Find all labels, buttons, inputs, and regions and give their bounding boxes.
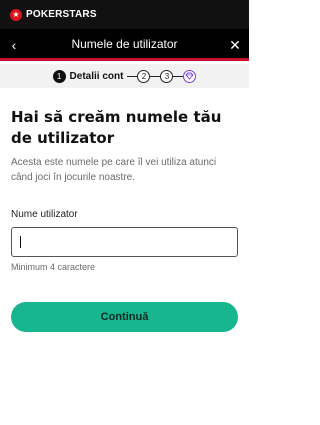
close-icon: ✕ (229, 36, 241, 53)
step-3-indicator: 3 (160, 69, 174, 83)
step-connector (127, 75, 138, 77)
progress-stepper: 1 Detalii cont 2 3 (0, 64, 249, 88)
chevron-left-icon: ‹ (11, 37, 17, 53)
step-final-indicator (183, 69, 197, 83)
header-nav: ‹ Numele de utilizator ✕ (0, 29, 249, 61)
diamond-icon (185, 72, 195, 80)
form-intro: Hai să creăm numele tău de utilizator Ac… (11, 107, 238, 185)
star-icon: ★ (10, 8, 22, 21)
step-1-indicator: 1 (52, 69, 66, 83)
pokerstars-logo: ★ POKERSTARS (10, 8, 97, 21)
close-button[interactable]: ✕ (221, 29, 249, 61)
back-button[interactable]: ‹ (0, 29, 28, 61)
username-input[interactable] (11, 227, 238, 257)
username-hint: Minimum 4 caractere (11, 262, 96, 272)
step-connector (173, 75, 184, 77)
text-caret (20, 236, 21, 248)
username-label: Nume utilizator (11, 209, 78, 220)
page-title: Numele de utilizator (71, 36, 178, 51)
form-description: Acesta este numele pe care îl vei utiliz… (11, 157, 217, 183)
top-brand-bar: ★ POKERSTARS (0, 0, 249, 29)
form-heading: Hai să creăm numele tău de utilizator (11, 108, 222, 147)
step-connector (150, 75, 161, 77)
continue-button[interactable]: Continuă (11, 302, 238, 332)
step-1-label: Detalii cont (69, 70, 124, 82)
logo-text: POKERSTARS (26, 9, 97, 20)
step-2-indicator: 2 (137, 69, 151, 83)
